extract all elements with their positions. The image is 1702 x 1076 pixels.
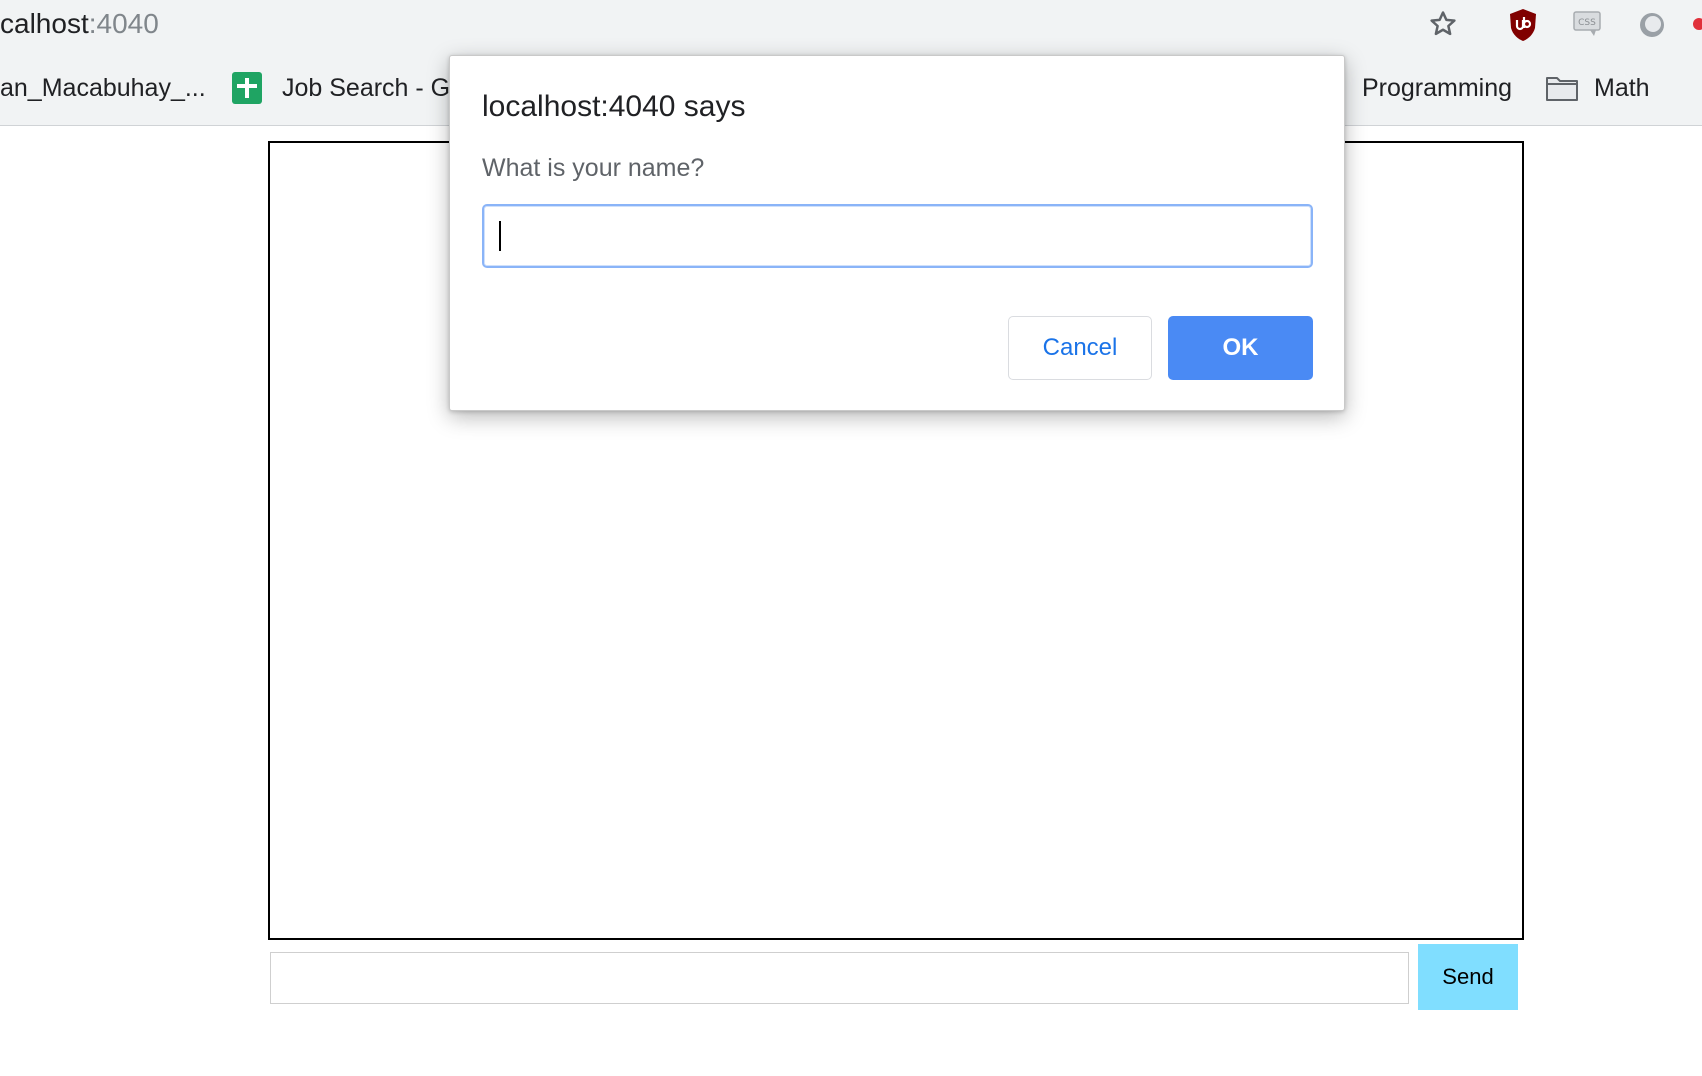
bookmark-label: Programming bbox=[1362, 73, 1513, 102]
ok-button[interactable]: OK bbox=[1168, 316, 1313, 380]
bookmark-item-1[interactable]: an_Macabuhay_... bbox=[0, 70, 206, 106]
name-input[interactable] bbox=[482, 204, 1313, 268]
prompt-dialog: localhost:4040 says What is your name? C… bbox=[449, 55, 1345, 411]
send-button[interactable]: Send bbox=[1418, 944, 1518, 1010]
text-caret bbox=[499, 221, 501, 251]
ublock-origin-icon[interactable] bbox=[1508, 8, 1538, 42]
address-bar[interactable]: calhost:4040 bbox=[0, 8, 159, 40]
page: calhost:4040 CSS an_Macabuhay_... Job Se… bbox=[0, 0, 1702, 1076]
bookmark-item-programming[interactable]: Programming bbox=[1362, 70, 1512, 106]
cancel-button[interactable]: Cancel bbox=[1008, 316, 1152, 380]
bookmark-label: Math bbox=[1594, 73, 1650, 102]
bookmark-star-icon[interactable] bbox=[1428, 9, 1458, 39]
red-extension-icon[interactable] bbox=[1693, 18, 1702, 30]
folder-icon bbox=[1546, 77, 1578, 101]
message-input[interactable] bbox=[270, 952, 1409, 1004]
url-host: calhost bbox=[0, 8, 89, 39]
bookmark-label: an_Macabuhay_... bbox=[0, 73, 206, 102]
google-sheets-icon bbox=[232, 72, 262, 104]
bookmark-item-job-search[interactable]: Job Search - G bbox=[232, 70, 450, 106]
url-port: :4040 bbox=[88, 8, 159, 39]
svg-text:CSS: CSS bbox=[1578, 18, 1596, 28]
bookmark-folder-math[interactable]: Math bbox=[1545, 70, 1650, 106]
circle-extension-icon[interactable] bbox=[1638, 11, 1666, 39]
dialog-message: What is your name? bbox=[482, 154, 705, 182]
dialog-title: localhost:4040 says bbox=[482, 90, 746, 123]
bookmark-label: Job Search - G bbox=[282, 73, 451, 102]
css-viewer-icon[interactable]: CSS bbox=[1572, 10, 1604, 40]
